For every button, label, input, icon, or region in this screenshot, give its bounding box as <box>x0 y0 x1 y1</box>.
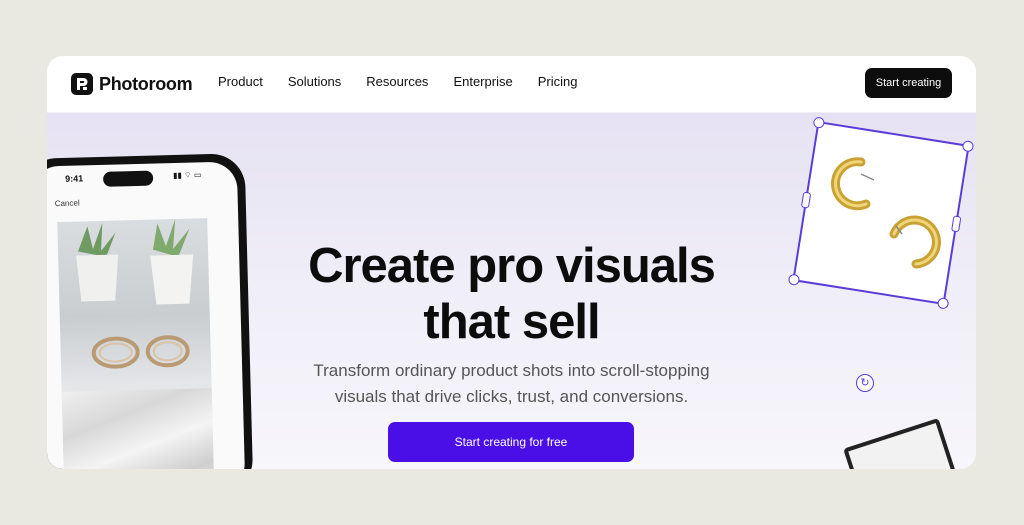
nav-item-resources[interactable]: Resources <box>366 74 428 89</box>
resize-handle-bottom-left[interactable] <box>787 273 801 287</box>
laptop-screen <box>848 423 952 469</box>
main-nav: Product Solutions Resources Enterprise P… <box>218 74 577 89</box>
laptop-mockup <box>843 418 957 469</box>
hero-section: 9:41 ▮▮ ⌔ ▭ Cancel Create pro visuals th… <box>47 112 976 469</box>
start-creating-button[interactable]: Start creating <box>865 68 952 98</box>
page-frame: Photoroom Product Solutions Resources En… <box>47 56 976 469</box>
top-navbar: Photoroom Product Solutions Resources En… <box>47 56 976 113</box>
selection-box[interactable] <box>787 116 975 310</box>
nav-item-solutions[interactable]: Solutions <box>288 74 341 89</box>
phone-time: 9:41 <box>64 173 84 184</box>
start-creating-for-free-button[interactable]: Start creating for free <box>388 422 634 462</box>
dynamic-island <box>102 170 154 187</box>
nav-item-enterprise[interactable]: Enterprise <box>453 74 512 89</box>
signal-icon: ▮▮ <box>172 170 183 181</box>
headline-line-2: that sell <box>423 294 600 349</box>
wifi-icon: ⌔ <box>183 170 192 180</box>
subheadline-line-1: Transform ordinary product shots into sc… <box>313 361 710 380</box>
brand-name: Photoroom <box>99 73 193 94</box>
rotate-icon[interactable]: ↻ <box>856 374 874 392</box>
nav-item-pricing[interactable]: Pricing <box>538 74 578 89</box>
phone-cancel-button: Cancel <box>54 198 80 209</box>
status-icons: ▮▮ ⌔ ▭ <box>173 170 202 181</box>
resize-handle-right[interactable] <box>951 215 962 233</box>
battery-icon: ▭ <box>193 170 202 180</box>
subheadline-line-2: visuals that drive clicks, trust, and co… <box>334 387 689 406</box>
brand-logo[interactable]: Photoroom <box>71 72 193 96</box>
photoroom-logo-icon <box>71 73 93 95</box>
resize-handle-top-right[interactable] <box>961 139 975 153</box>
nav-item-product[interactable]: Product <box>218 74 263 89</box>
hero-subheadline: Transform ordinary product shots into sc… <box>47 358 976 410</box>
gold-earrings-image <box>830 157 941 269</box>
